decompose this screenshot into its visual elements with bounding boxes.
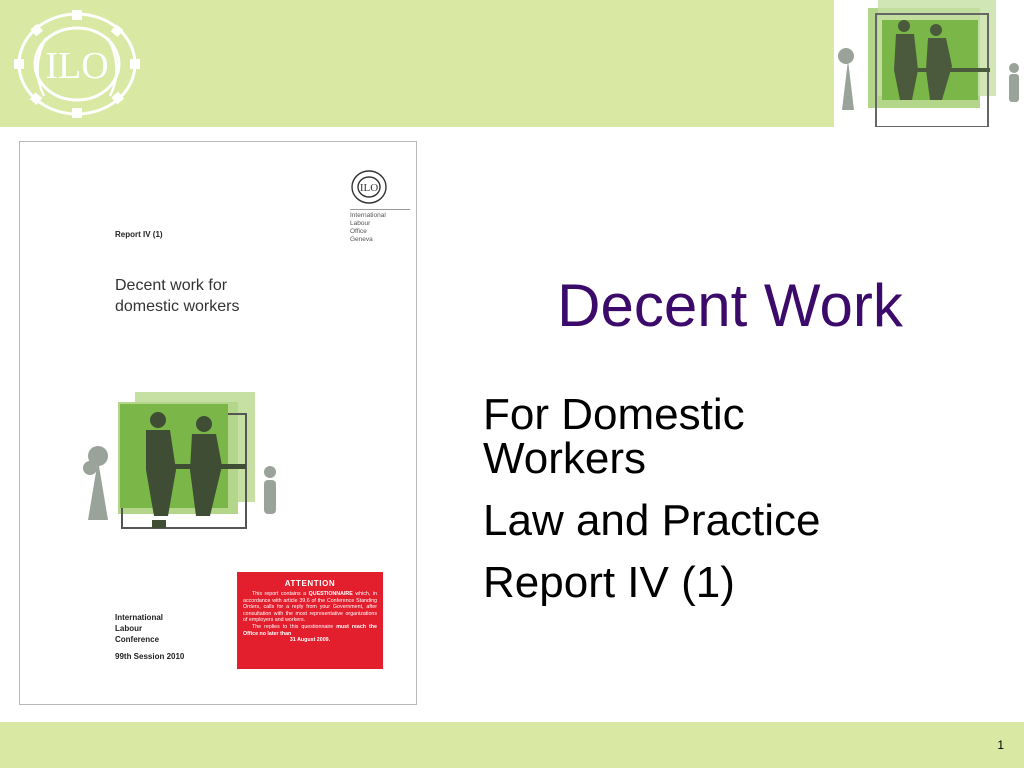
domestic-workers-illustration-icon [83, 392, 276, 529]
cover-session: 99th Session 2010 [115, 652, 185, 661]
cover-report-number: Report IV (1) [115, 230, 163, 239]
header-illustration-icon [834, 0, 1024, 127]
attention-reply: The replies to this questionnaire [252, 623, 337, 630]
attention-text: This report contains a [252, 591, 309, 597]
cover-office-label: International Labour Office Geneva [350, 209, 410, 244]
attention-heading: ATTENTION [284, 579, 336, 588]
cover-ilo-logo-icon: ILO [351, 170, 387, 204]
slide-bullet: Law and Practice [483, 496, 821, 545]
page-number: 1 [997, 738, 1004, 752]
cover-office-line: Geneva [350, 236, 373, 243]
svg-text:ILO: ILO [45, 45, 108, 87]
footer-band [0, 722, 1024, 768]
cover-office-line: International [350, 212, 386, 219]
cover-conference-line: International [115, 613, 164, 622]
cover-conference-label: International Labour Conference 99th Ses… [115, 612, 184, 662]
cover-office-line: Labour [350, 220, 371, 227]
report-cover: ILO International Labour Office Geneva R… [19, 141, 417, 705]
svg-text:ILO: ILO [360, 182, 378, 194]
slide-title: Decent Work [557, 272, 903, 339]
cover-conference-line: Conference [115, 635, 160, 644]
cover-title-line: domestic workers [115, 298, 240, 315]
cover-title: Decent work for domestic workers [115, 275, 315, 317]
ilo-logo-icon: ILO [14, 10, 140, 118]
attention-notice: ATTENTION This report contains a QUESTIO… [237, 572, 383, 669]
attention-deadline: 31 August 2009. [289, 637, 331, 644]
attention-text-strong: QUESTIONNAIRE [308, 591, 353, 597]
slide-bullets: For Domestic Workers Law and Practice Re… [483, 393, 1003, 623]
cover-title-line: Decent work for [115, 277, 228, 294]
attention-body: This report contains a QUESTIONNAIRE whi… [243, 591, 377, 644]
cover-conference-line: Labour [115, 624, 143, 633]
cover-office-line: Office [350, 228, 367, 235]
slide-bullet: Report IV (1) [483, 558, 735, 607]
slide-bullet: For Domestic Workers [483, 390, 745, 483]
